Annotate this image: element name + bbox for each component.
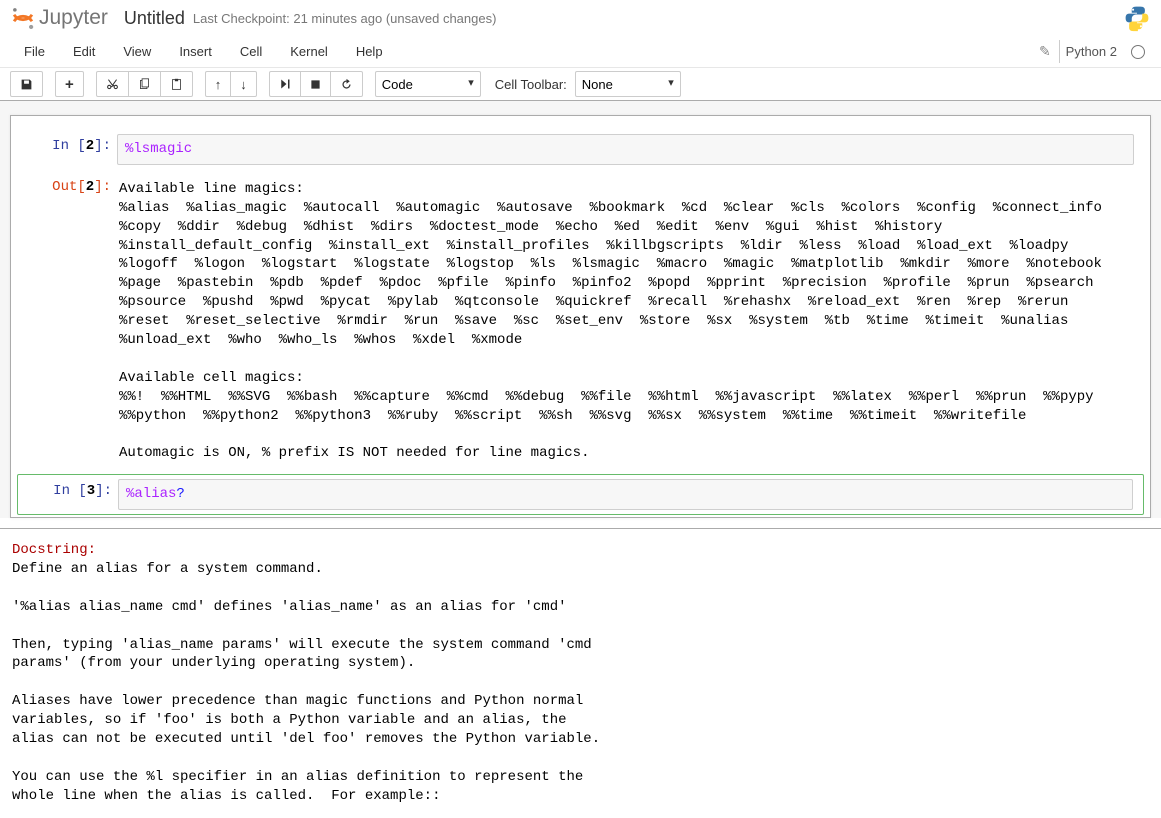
menu-view[interactable]: View — [109, 36, 165, 67]
menu-insert[interactable]: Insert — [165, 36, 226, 67]
restart-icon — [340, 78, 353, 91]
python-logo-icon — [1123, 4, 1151, 32]
edit-mode-icon: ✎ — [1039, 43, 1051, 60]
cell-type-select[interactable]: Code — [375, 71, 481, 97]
insert-cell-button[interactable]: + — [55, 71, 84, 97]
arrow-down-icon: ↓ — [240, 77, 247, 92]
plus-icon: + — [65, 76, 74, 93]
paste-button[interactable] — [160, 71, 193, 97]
save-icon — [20, 78, 33, 91]
docstring-body: Define an alias for a system command. '%… — [12, 561, 600, 804]
docstring-heading: Docstring: — [12, 542, 96, 558]
notebook-name[interactable]: Untitled — [124, 8, 185, 29]
checkpoint-status: Last Checkpoint: 21 minutes ago (unsaved… — [193, 11, 497, 26]
run-icon — [279, 78, 291, 90]
run-button[interactable] — [269, 71, 301, 97]
code-input[interactable]: %lsmagic — [117, 134, 1134, 165]
toolbar: + ↑ ↓ Code Cell Toolbar: — [0, 68, 1161, 101]
restart-button[interactable] — [330, 71, 363, 97]
jupyter-logo-icon — [10, 5, 36, 31]
output-cell: Out[2]: Available line magics: %alias %a… — [17, 171, 1144, 472]
menu-cell[interactable]: Cell — [226, 36, 276, 67]
kernel-name[interactable]: Python 2 — [1059, 40, 1123, 63]
move-down-button[interactable]: ↓ — [230, 71, 257, 97]
menu-edit[interactable]: Edit — [59, 36, 109, 67]
code-cell-selected[interactable]: In [3]: %alias? — [17, 474, 1144, 515]
jupyter-logo[interactable]: Jupyter — [10, 5, 108, 31]
kernel-idle-icon — [1131, 45, 1145, 59]
interrupt-button[interactable] — [300, 71, 331, 97]
move-up-button[interactable]: ↑ — [205, 71, 232, 97]
output-text: Available line magics: %alias %alias_mag… — [117, 175, 1134, 468]
pager-panel[interactable]: Docstring: Define an alias for a system … — [0, 528, 1161, 817]
notebook-header: Jupyter Untitled Last Checkpoint: 21 min… — [0, 0, 1161, 34]
code-input[interactable]: %alias? — [118, 479, 1133, 510]
menubar: File Edit View Insert Cell Kernel Help ✎… — [0, 34, 1161, 68]
input-prompt: In [2]: — [21, 134, 117, 165]
menu-kernel[interactable]: Kernel — [276, 36, 342, 67]
copy-icon — [138, 78, 151, 91]
paste-icon — [170, 78, 183, 91]
notebook-container: In [2]: %lsmagic Out[2]: Available line … — [0, 101, 1161, 518]
cell-toolbar-label: Cell Toolbar: — [495, 77, 567, 92]
arrow-up-icon: ↑ — [215, 77, 222, 92]
menu-file[interactable]: File — [10, 36, 59, 67]
code-cell[interactable]: In [2]: %lsmagic — [17, 130, 1144, 169]
kernel-indicator: ✎ Python 2 — [1039, 40, 1151, 63]
menu-help[interactable]: Help — [342, 36, 397, 67]
cut-icon — [106, 78, 119, 91]
copy-button[interactable] — [128, 71, 161, 97]
input-prompt: In [3]: — [22, 479, 118, 510]
jupyter-logo-text: Jupyter — [39, 6, 108, 30]
output-prompt: Out[2]: — [21, 175, 117, 468]
cut-button[interactable] — [96, 71, 129, 97]
cell-toolbar-select[interactable]: None — [575, 71, 681, 97]
notebook: In [2]: %lsmagic Out[2]: Available line … — [10, 115, 1151, 518]
stop-icon — [310, 79, 321, 90]
save-button[interactable] — [10, 71, 43, 97]
